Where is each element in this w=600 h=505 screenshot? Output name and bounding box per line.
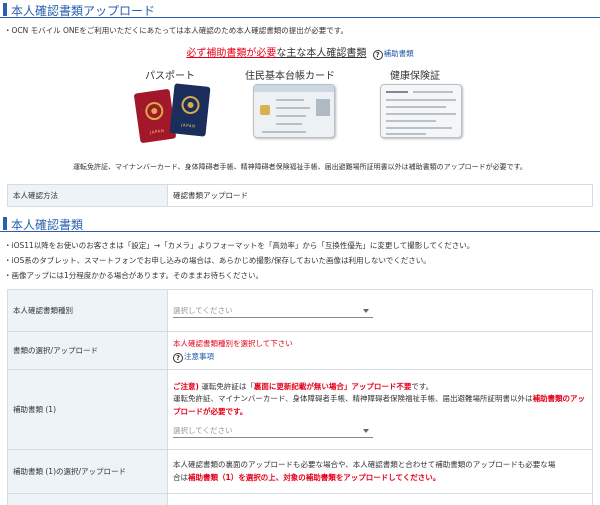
chrysanthemum-emblem-icon: [180, 95, 201, 115]
insurance-card-image: [380, 84, 462, 138]
docs-section-title: 本人確認書類: [0, 215, 600, 232]
passport-navy-image: JAPAN: [169, 83, 211, 137]
dropdown-arrow-icon: [363, 429, 369, 434]
aux-doc-help-link[interactable]: ? 補助書類: [372, 49, 414, 60]
portrait-photo: [316, 99, 330, 116]
upload-section-title: 本人確認書類アップロード: [0, 1, 600, 18]
aux-doc-cell: ご注意) 運転免許証は「裏面に更新記載が無い場合」アップロード不要です。 運転免…: [167, 369, 593, 450]
card-header-strip: [254, 85, 334, 92]
doc-upload-help-label: 注意事項: [184, 352, 214, 361]
dropdown-arrow-icon: [363, 308, 369, 313]
aux-doc-requirement: 運転免許証、マイナンバーカード、身体障碍者手帳、精神障碍者保険福祉手帳、届出避難…: [173, 393, 592, 418]
bullet-upload-time: ・画像アップには1分程度かかる場合があります。そのままお待ちください。: [4, 271, 264, 280]
doc-heading-required: 必ず補助書類が必要: [186, 48, 277, 59]
method-value: 確認書類アップロード: [167, 184, 593, 207]
chrysanthemum-emblem-icon: [144, 100, 165, 122]
title-accent-bar: [3, 217, 7, 230]
upload-section-title-text: 本人確認書類アップロード: [11, 4, 156, 18]
docs-bullets: ・iOS11以降をお使いのお客さまは「設定」→「カメラ」よりフォーマットを「高効…: [4, 238, 474, 283]
insurance-card-caption: 健康保険証: [390, 71, 440, 82]
docs-form-table: 本人確認書類種別 選択してください 書類の選択/アップロード 本人確認書類種別を…: [7, 289, 593, 505]
aux-doc-label: 補助書類 (1): [7, 369, 168, 450]
passport-red-image: JAPAN: [133, 88, 177, 144]
caution-highlight: 裏面に更新記載が無い場合」アップロード不要: [253, 381, 412, 391]
doc-heading-text: な主な本人確認書類: [276, 48, 367, 59]
aux-required-note: 運転免許証、マイナンバーカード、身体障碍者手帳、精神障碍者保険福祉手帳、届出避難…: [73, 163, 527, 171]
docs-section-title-text: 本人確認書類: [11, 218, 84, 232]
doc-type-placeholder: 選択してください: [173, 305, 233, 315]
next-row-label: [7, 493, 168, 505]
bullet-ios-format: ・iOS11以降をお使いのお客さまは「設定」→「カメラ」よりフォーマットを「高効…: [4, 241, 475, 250]
method-label: 本人確認方法: [7, 184, 168, 207]
aux-upload-text2: 合は: [173, 472, 188, 482]
aux-doc-placeholder: 選択してください: [173, 426, 233, 436]
doc-type-label: 本人確認書類種別: [7, 289, 168, 332]
doc-upload-prompt: 本人確認書類種別を選択して下さい: [173, 339, 293, 348]
aux-doc-caution: ご注意) 運転免許証は「裏面に更新記載が無い場合」アップロード不要です。: [173, 381, 592, 394]
doc-upload-help-link[interactable]: ? 注意事項: [173, 351, 592, 363]
aux-upload-label: 補助書類 (1)の選択/アップロード: [7, 449, 168, 494]
caution-end: です。: [411, 381, 434, 391]
doc-upload-cell: 本人確認書類種別を選択して下さい ? 注意事項: [167, 331, 593, 370]
doc-upload-label: 書類の選択/アップロード: [7, 331, 168, 370]
aux-doc-help-label: 補助書類: [383, 49, 414, 58]
caution-text: 運転免許証は「: [198, 381, 254, 391]
doc-heading: 必ず補助書類が必要な主な本人確認書類 ? 補助書類: [0, 44, 600, 60]
doc-type-select[interactable]: 選択してください: [173, 304, 373, 318]
method-table: 本人確認方法 確認書類アップロード: [7, 184, 593, 207]
next-row-value: [167, 493, 593, 505]
resident-card-caption: 住民基本台帳カード: [245, 71, 335, 82]
doc-type-cell: 選択してください: [167, 289, 593, 332]
aux-upload-cell: 本人確認書類の裏面のアップロードも必要な場合や、本人確認書類と合わせて補助書類の…: [167, 449, 593, 494]
aux-requirement-text: 運転免許証、マイナンバーカード、身体障碍者手帳、精神障碍者保険福祉手帳、届出避難…: [173, 394, 533, 404]
aux-upload-text1: 本人確認書類の裏面のアップロードも必要な場合や、本人確認書類と合わせて補助書類の…: [173, 460, 556, 469]
title-accent-bar: [3, 3, 7, 16]
passport-caption: パスポート: [145, 71, 195, 82]
aux-upload-line2: 合は補助書類（1）を選択の上、対象の補助書類をアップロードしてください。: [173, 472, 592, 485]
question-icon: ?: [173, 353, 183, 363]
ic-chip-icon: [260, 105, 270, 115]
aux-upload-red: 補助書類（1）を選択の上、対象の補助書類をアップロードしてください。: [188, 472, 441, 482]
aux-doc-select[interactable]: 選択してください: [173, 424, 373, 439]
resident-card-image: [253, 84, 335, 138]
caution-label: ご注意): [173, 381, 199, 391]
bullet-ios-tablet: ・iOS系のタブレット、スマートフォンでお申し込みの場合は、あらかじめ撮影/保存…: [4, 256, 431, 265]
question-icon: ?: [372, 50, 383, 60]
upload-intro: ・OCN モバイル ONEをご利用いただくにあたっては本人確認のため本人確認書類…: [4, 26, 348, 35]
passport-cover-text: JAPAN: [181, 122, 196, 129]
